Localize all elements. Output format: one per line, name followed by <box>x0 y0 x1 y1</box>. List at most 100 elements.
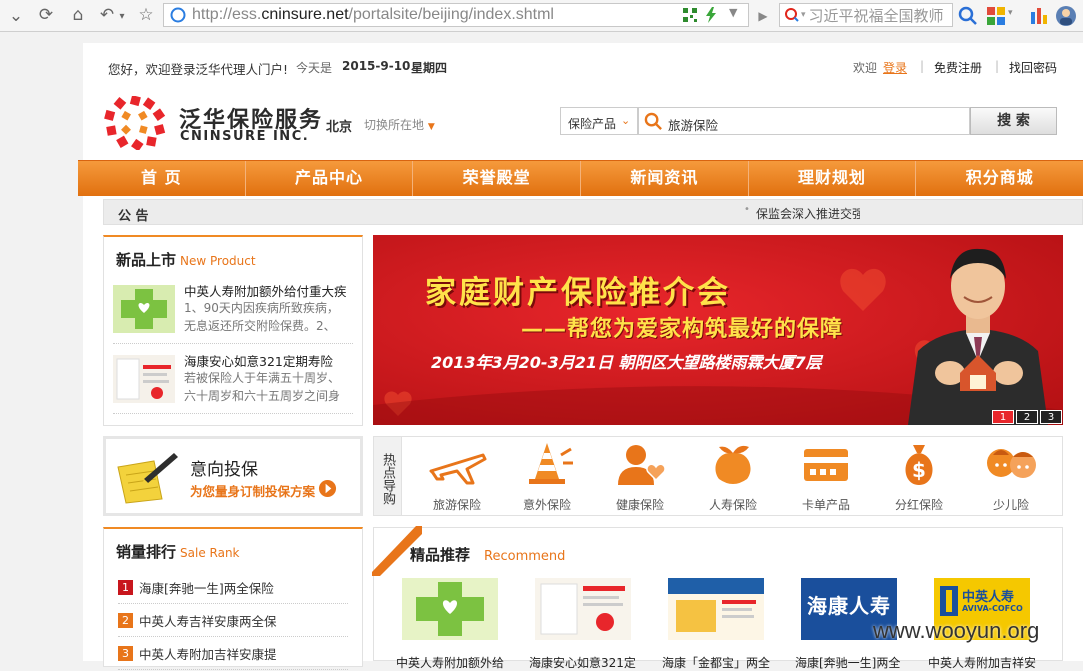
logo-english-name: CNINSURE INC. <box>180 129 310 144</box>
sales-rank-panel: 销量排行 Sale Rank 1 海康[奔驰一生]两全保险 2 中英人寿吉祥安康两全保… <box>103 527 363 670</box>
rank-item[interactable]: 2 中英人寿吉祥安康两全保 <box>118 605 348 637</box>
url-dropdown-icon[interactable]: ▼ <box>729 6 737 19</box>
register-link[interactable]: 免费注册 <box>934 59 982 76</box>
recommend-image[interactable] <box>402 578 498 640</box>
star-icon[interactable]: ☆ <box>133 2 159 28</box>
notice-bullet: • <box>744 204 750 215</box>
banner-page-1[interactable]: 1 <box>992 410 1014 424</box>
lightning-icon[interactable] <box>704 7 718 23</box>
search-input[interactable]: 旅游保险 <box>638 107 970 135</box>
rank-name[interactable]: 中英人寿附加吉祥安康提 <box>139 644 277 663</box>
recommend-item-label[interactable]: 海康[奔驰一生]两全 <box>795 654 905 671</box>
nav-financial-planning[interactable]: 理财规划 <box>749 161 917 196</box>
hot-item-label: 卡单产品 <box>801 498 850 512</box>
find-password-link[interactable]: 找回密码 <box>1009 59 1057 76</box>
rank-item[interactable]: 1 海康[奔驰一生]两全保险 <box>118 572 348 604</box>
hot-item-health[interactable]: 健康保险 <box>604 441 676 513</box>
main-nav: 首 页 产品中心 荣誉殿堂 新闻资讯 理财规划 积分商城 <box>78 160 1083 196</box>
rank-name[interactable]: 海康[奔驰一生]两全保险 <box>139 578 274 597</box>
qrcode-icon[interactable] <box>682 7 698 23</box>
nav-points-mall[interactable]: 积分商城 <box>916 161 1083 196</box>
money-bag-icon: $ <box>905 445 933 485</box>
rank-name[interactable]: 中英人寿吉祥安康两全保 <box>139 611 277 630</box>
promo-banner[interactable]: 家庭财产保险推介会 ——帮您为爱家构筑最好的保障 2013年3月20-3月21日… <box>373 235 1063 425</box>
person-heart-icon <box>618 445 666 485</box>
children-icon <box>987 449 1036 478</box>
banner-subtitle: ——帮您为爱家构筑最好的保障 <box>521 317 844 342</box>
rank-number: 2 <box>118 613 133 628</box>
apps-icon[interactable] <box>986 6 1006 26</box>
search-button[interactable]: 搜 索 <box>970 107 1057 135</box>
search-category-select[interactable]: 保险产品 ⌄ <box>560 107 638 135</box>
product-desc: 1、90天内因疾病所致疾病，无息返还所交附险保费。2、 <box>184 301 339 333</box>
topbar-divider: | <box>995 59 1000 73</box>
recommend-item-label[interactable]: 中英人寿附加吉祥安 <box>928 654 1038 671</box>
recommend-item-label[interactable]: 中英人寿附加额外给 <box>396 654 506 671</box>
search-icon <box>644 112 662 130</box>
search-engine-dropdown-icon[interactable]: ▾ <box>801 10 806 20</box>
top-info-bar: 您好，欢迎登录泛华代理人门户! 今天是 2015-9-10 星期四 欢迎 登录 … <box>83 43 1083 87</box>
search-input-value: 旅游保险 <box>668 118 719 133</box>
recommend-image[interactable] <box>668 578 764 640</box>
banner-title: 家庭财产保险推介会 <box>425 275 731 311</box>
recommend-image[interactable] <box>535 578 631 640</box>
search-category-value: 保险产品 <box>568 117 617 131</box>
user-avatar-icon[interactable] <box>1055 5 1077 27</box>
address-bar[interactable]: http://ess.cninsure.net/portalsite/beiji… <box>163 3 749 27</box>
search-icon[interactable] <box>958 6 978 26</box>
banner-page-3[interactable]: 3 <box>1040 410 1062 424</box>
menu-chevron-icon[interactable]: ⌄ <box>3 3 29 29</box>
intent-title: 意向投保 <box>190 460 258 480</box>
nav-home[interactable]: 首 页 <box>78 161 246 196</box>
welcome-text: 欢迎 <box>853 61 878 75</box>
nav-news[interactable]: 新闻资讯 <box>581 161 749 196</box>
login-link[interactable]: 登录 <box>883 59 907 76</box>
pencil-paper-icon <box>117 453 178 504</box>
nav-products[interactable]: 产品中心 <box>246 161 414 196</box>
site-header: 泛华保险服务 CNINSURE INC. 北京 切换所在地 ▼ 保险产品 ⌄ 旅… <box>83 87 1083 159</box>
switch-city-link[interactable]: 切换所在地 ▼ <box>364 116 435 133</box>
hot-item-children[interactable]: 少儿险 <box>975 441 1047 513</box>
home-icon[interactable]: ⌂ <box>65 2 91 28</box>
browser-toolbar: ⌄ ⟳ ⌂ ↶ ▾ ☆ http://ess.cninsure.net/port… <box>0 0 1083 32</box>
browser-search-input[interactable]: ▾ 习近平祝福全国教师 <box>779 3 953 27</box>
apps-dropdown-icon[interactable]: ▾ <box>1008 8 1013 18</box>
hot-item-label: 人寿保险 <box>708 498 757 512</box>
product-name[interactable]: 中英人寿附加额外给付重大疾 <box>184 281 352 300</box>
forward-icon[interactable]: ▶ <box>750 3 776 29</box>
intent-subtitle: 为您量身订制投保方案 <box>190 484 316 499</box>
hot-item-travel[interactable]: 旅游保险 <box>421 441 493 513</box>
hot-item-dividend[interactable]: $ 分红保险 <box>883 441 955 513</box>
search-engine-icon <box>785 8 799 22</box>
banner-page-2[interactable]: 2 <box>1016 410 1038 424</box>
undo-dropdown-icon[interactable]: ▾ <box>115 3 129 29</box>
url-text: http://ess.cninsure.net/portalsite/beiji… <box>192 6 554 23</box>
product-name[interactable]: 海康安心如意321定期寿险 <box>184 351 352 370</box>
cninsure-logo-icon[interactable] <box>103 96 169 150</box>
hot-item-label: 旅游保险 <box>432 498 481 512</box>
refresh-icon[interactable]: ⟳ <box>33 2 59 28</box>
new-product-item[interactable]: 海康安心如意321定期寿险 若被保险人于年满五十周岁、六十周岁和六十五周岁之间身 <box>113 351 349 417</box>
browser-search-text: 习近平祝福全国教师 <box>808 6 944 25</box>
rank-number: 3 <box>118 646 133 661</box>
notice-text[interactable]: 保监会深入推进交强 <box>756 205 860 222</box>
rank-item[interactable]: 3 中英人寿附加吉祥安康提 <box>118 638 348 670</box>
intent-insurance-box[interactable]: 意向投保 为您量身订制投保方案 <box>103 436 363 516</box>
product-thumbnail-cross <box>113 285 175 333</box>
new-product-item[interactable]: 中英人寿附加额外给付重大疾 1、90天内因疾病所致疾病，无息返还所交附险保费。2… <box>113 281 349 347</box>
hot-item-card[interactable]: 卡单产品 <box>790 441 862 513</box>
recommend-item-label[interactable]: 海康安心如意321定 <box>529 654 639 671</box>
hot-guide-panel: 热点导购 旅游保险 意外保险 健康保险 人寿保险 卡单产品 $ 分红保险 少儿险 <box>373 436 1063 516</box>
hot-item-label: 意外保险 <box>522 498 571 512</box>
switch-city-dropdown-icon: ▼ <box>427 122 435 132</box>
extension-icon[interactable] <box>1030 6 1048 26</box>
banner-detail: 2013年3月20-3月21日 朝阳区大望路楼雨霖大厦7层 <box>431 353 822 372</box>
arrow-right-circle-icon[interactable] <box>318 479 337 498</box>
recommend-item-label[interactable]: 海康「金都宝」两全 <box>662 654 772 671</box>
divider <box>113 413 353 414</box>
hot-item-life[interactable]: 人寿保险 <box>697 441 769 513</box>
recommend-title: 精品推荐 Recommend <box>410 546 566 564</box>
nav-honors[interactable]: 荣誉殿堂 <box>413 161 582 196</box>
sales-rank-title: 销量排行 Sale Rank <box>116 543 240 561</box>
hot-item-accident[interactable]: 意外保险 <box>511 441 583 513</box>
